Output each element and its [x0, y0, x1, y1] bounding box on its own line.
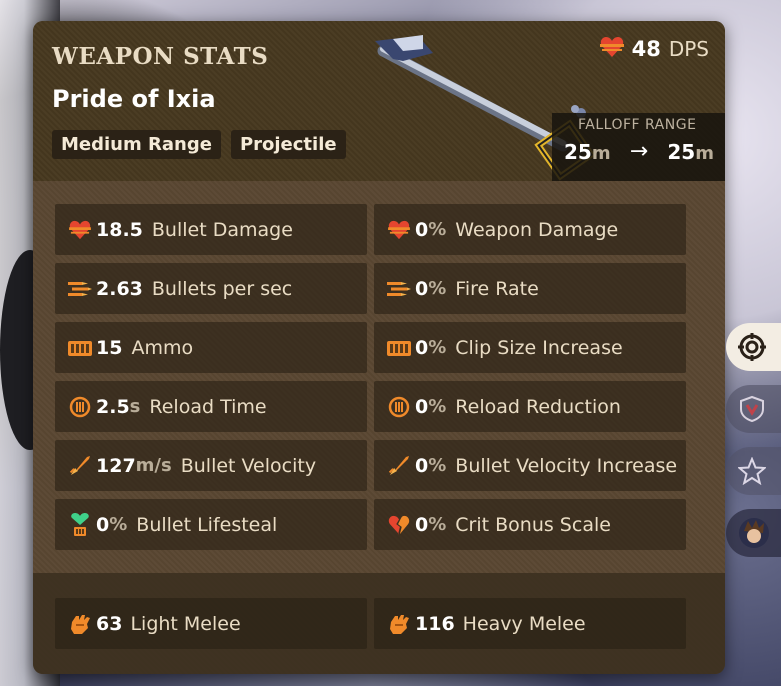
melee-section: 63 Light Melee 116 Heavy Melee — [33, 573, 725, 674]
target-icon — [738, 333, 766, 361]
stat-label: Bullet Velocity — [180, 454, 317, 477]
velocity-icon — [68, 454, 92, 478]
stat-label: Crit Bonus Scale — [455, 513, 611, 536]
fist-icon — [68, 612, 92, 636]
side-tab-star[interactable] — [726, 447, 781, 495]
stat-unit: m/s — [135, 455, 172, 476]
stat-label: Reload Reduction — [455, 395, 621, 418]
lifesteal-icon — [68, 512, 92, 537]
star-icon — [738, 457, 766, 485]
tag-range: Medium Range — [52, 130, 221, 159]
panel-title: WEAPON STATS — [52, 43, 269, 70]
stat-unit: % — [428, 514, 447, 535]
stat-value: 2.63 — [96, 277, 143, 300]
melee-heavy-label: Heavy Melee — [462, 612, 586, 635]
stat-value: 127 — [96, 454, 136, 477]
damage-heart-icon — [68, 218, 92, 242]
stat-label: Bullets per sec — [151, 277, 293, 300]
fist-icon — [387, 612, 411, 636]
weapon-header: WEAPON STATS Pride of Ixia Medium Range … — [33, 21, 725, 181]
stat-left-bullet-velocity: 127 m/s Bullet Velocity — [55, 440, 367, 491]
stat-label: Ammo — [131, 336, 194, 359]
crit-broken-heart-icon — [387, 513, 411, 537]
stat-value: 0 — [415, 336, 429, 359]
stat-value: 0 — [415, 218, 429, 241]
stat-value: 15 — [96, 336, 123, 359]
stat-unit: s — [129, 396, 141, 417]
dps-unit: DPS — [668, 37, 709, 61]
weapon-name: Pride of Ixia — [52, 85, 216, 113]
velocity-icon — [387, 454, 411, 478]
weapon-stats-panel: WEAPON STATS Pride of Ixia Medium Range … — [33, 21, 725, 674]
ammo-icon — [68, 336, 92, 360]
melee-heavy: 116 Heavy Melee — [374, 598, 686, 649]
stat-value: 2.5 — [96, 395, 130, 418]
stat-value: 0 — [415, 277, 429, 300]
bullets-icon — [68, 277, 92, 301]
falloff-max: 25m — [667, 139, 714, 164]
stat-label: Fire Rate — [455, 277, 539, 300]
arrow-right-icon: → — [629, 139, 649, 164]
reload-icon — [68, 395, 92, 419]
melee-light-label: Light Melee — [130, 612, 241, 635]
side-tab-hero[interactable] — [726, 509, 781, 557]
stat-right-fire-rate: 0% Fire Rate — [374, 263, 686, 314]
stat-unit: % — [428, 278, 447, 299]
dps-display: 48 DPS — [599, 36, 709, 62]
stat-value: 18.5 — [96, 218, 143, 241]
stat-unit: % — [428, 219, 447, 240]
stat-unit: % — [428, 455, 447, 476]
stat-right-bullet-velocity-increase: 0% Bullet Velocity Increase — [374, 440, 686, 491]
stat-label: Bullet Lifesteal — [136, 513, 278, 536]
stat-unit: % — [428, 337, 447, 358]
stat-value: 0 — [96, 513, 110, 536]
stat-label: Bullet Damage — [151, 218, 293, 241]
side-tab-shield[interactable] — [726, 385, 781, 433]
stat-value: 0 — [415, 395, 429, 418]
falloff-values: 25m → 25m — [564, 139, 714, 164]
falloff-range-box: FALLOFF RANGE 25m → 25m — [552, 113, 725, 181]
stat-unit: % — [428, 396, 447, 417]
stat-label: Clip Size Increase — [455, 336, 623, 359]
stat-left-bullet-lifesteal: 0% Bullet Lifesteal — [55, 499, 367, 550]
stat-left-reload-time: 2.5 s Reload Time — [55, 381, 367, 432]
stat-label: Reload Time — [149, 395, 267, 418]
bullets-icon — [387, 277, 411, 301]
damage-heart-icon — [387, 218, 411, 242]
stat-left-bullets-per-sec: 2.63 Bullets per sec — [55, 263, 367, 314]
melee-heavy-value: 116 — [415, 612, 455, 635]
stat-right-clip-size-increase: 0% Clip Size Increase — [374, 322, 686, 373]
melee-light-value: 63 — [96, 612, 123, 635]
melee-light: 63 Light Melee — [55, 598, 367, 649]
stat-right-reload-reduction: 0% Reload Reduction — [374, 381, 686, 432]
damage-heart-icon — [599, 36, 624, 62]
dps-value: 48 — [631, 37, 661, 61]
tag-type: Projectile — [230, 130, 346, 159]
stat-left-ammo: 15 Ammo — [55, 322, 367, 373]
stat-label: Bullet Velocity Increase — [455, 454, 678, 477]
falloff-min: 25m — [564, 139, 611, 164]
stat-value: 0 — [415, 513, 429, 536]
shield-badge-icon — [740, 395, 764, 423]
stat-right-crit-bonus-scale: 0% Crit Bonus Scale — [374, 499, 686, 550]
hero-portrait-icon — [739, 518, 769, 548]
falloff-label: FALLOFF RANGE — [578, 117, 697, 133]
stat-label: Weapon Damage — [455, 218, 619, 241]
weapon-tags: Medium Range Projectile — [52, 130, 346, 159]
side-tab-target[interactable] — [726, 323, 781, 371]
stat-value: 0 — [415, 454, 429, 477]
stat-unit: % — [109, 514, 128, 535]
stat-left-bullet-damage: 18.5 Bullet Damage — [55, 204, 367, 255]
ammo-icon — [387, 336, 411, 360]
stat-right-weapon-damage: 0% Weapon Damage — [374, 204, 686, 255]
reload-icon — [387, 395, 411, 419]
